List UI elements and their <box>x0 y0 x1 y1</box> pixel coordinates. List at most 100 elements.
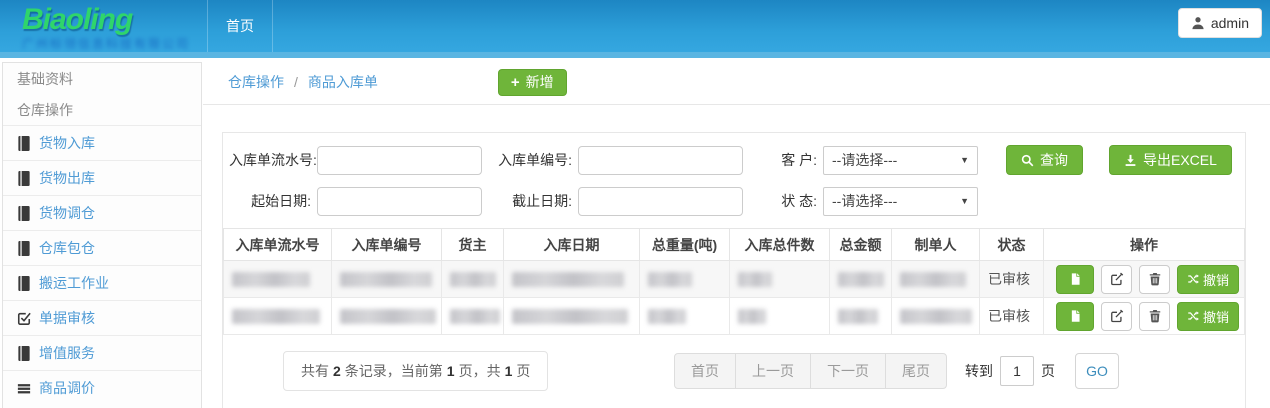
col-serial: 入库单流水号 <box>224 229 332 261</box>
file-icon <box>1069 309 1082 323</box>
view-button[interactable] <box>1056 265 1094 294</box>
edit-button[interactable] <box>1101 265 1132 294</box>
sidebar-item-label: 仓库包仓 <box>39 238 95 258</box>
filter-row-1: 入库单流水号: 入库单编号: 客 户: --请选择--- ▼ 查询 导出EXCE… <box>229 145 1245 175</box>
content-panel: 入库单流水号: 入库单编号: 客 户: --请选择--- ▼ 查询 导出EXCE… <box>222 132 1246 408</box>
sidebar-item-value-added-services[interactable]: 增值服务 <box>3 335 201 370</box>
row-actions: 撤销 <box>1044 302 1244 331</box>
delete-button[interactable] <box>1139 302 1170 331</box>
edit-icon <box>1110 272 1124 286</box>
col-actions: 操作 <box>1044 229 1245 261</box>
delete-button[interactable] <box>1139 265 1170 294</box>
book-icon <box>17 346 31 361</box>
revoke-button[interactable]: 撤销 <box>1177 302 1239 331</box>
add-button[interactable]: + 新增 <box>498 69 567 96</box>
table-row: 已审核 <box>224 261 1245 298</box>
last-page-button[interactable]: 尾页 <box>885 353 947 389</box>
caret-down-icon: ▼ <box>960 155 969 165</box>
summary-text: 条记录，当前第 <box>345 361 443 381</box>
current-page: 1 <box>447 363 455 379</box>
status-value: 已审核 <box>980 298 1044 335</box>
search-icon <box>1021 154 1034 167</box>
goto-suffix: 页 <box>1041 361 1055 381</box>
col-weight: 总重量(吨) <box>640 229 730 261</box>
record-summary: 共有 2 条记录，当前第 1 页，共 1 页 <box>283 351 548 391</box>
sidebar-item-label: 增值服务 <box>39 343 95 363</box>
redacted-cell <box>232 272 310 287</box>
customer-select[interactable]: --请选择--- ▼ <box>823 146 978 175</box>
file-icon <box>1069 272 1082 286</box>
first-page-button[interactable]: 首页 <box>674 353 736 389</box>
goto-label: 转到 <box>965 361 993 381</box>
next-page-button[interactable]: 下一页 <box>810 353 886 389</box>
start-date-input[interactable] <box>317 187 482 216</box>
sidebar-item-porter-operations[interactable]: 搬运工作业 <box>3 265 201 300</box>
main-content: 仓库操作 / 商品入库单 + 新增 入库单流水号: 入库单编号: 客 户: --… <box>203 60 1270 408</box>
breadcrumb-warehouse-ops[interactable]: 仓库操作 <box>228 72 284 92</box>
goto-page-input[interactable] <box>1000 356 1034 386</box>
status-select[interactable]: --请选择--- ▼ <box>823 187 978 216</box>
order-no-input[interactable] <box>578 146 743 175</box>
redacted-cell <box>340 309 436 324</box>
sidebar-section-warehouse-ops[interactable]: 仓库操作 <box>3 94 201 125</box>
status-label: 状 态: <box>755 191 823 211</box>
redacted-cell <box>738 309 766 324</box>
sidebar-item-label: 商品调价 <box>39 378 95 398</box>
nav-home[interactable]: 首页 <box>207 0 273 52</box>
revoke-button[interactable]: 撤销 <box>1177 265 1239 294</box>
summary-text: 共有 <box>301 361 329 381</box>
redacted-cell <box>340 272 432 287</box>
company-name: 广州标领信息科技有限公司 <box>22 35 190 52</box>
end-date-label: 截止日期: <box>498 191 578 211</box>
col-owner: 货主 <box>442 229 504 261</box>
book-icon <box>17 171 31 186</box>
redacted-cell <box>900 309 972 324</box>
sidebar-item-document-audit[interactable]: 单据审核 <box>3 300 201 335</box>
view-button[interactable] <box>1056 302 1094 331</box>
sidebar-item-goods-inbound[interactable]: 货物入库 <box>3 125 201 160</box>
sidebar-item-product-repricing[interactable]: 商品调价 <box>3 370 201 405</box>
pagination: 共有 2 条记录，当前第 1 页，共 1 页 首页 上一页 下一页 尾页 转到 <box>223 351 1245 391</box>
caret-down-icon: ▼ <box>960 196 969 206</box>
col-status: 状态 <box>980 229 1044 261</box>
breadcrumb-inbound-order[interactable]: 商品入库单 <box>308 72 378 92</box>
redacted-cell <box>232 309 320 324</box>
revoke-label: 撤销 <box>1203 307 1229 326</box>
search-button-label: 查询 <box>1040 150 1068 170</box>
logo-text: Biaoling <box>22 3 190 37</box>
redacted-cell <box>900 272 966 287</box>
sidebar-section-basic-data[interactable]: 基础资料 <box>3 63 201 94</box>
col-date: 入库日期 <box>504 229 640 261</box>
sidebar-item-label: 单据审核 <box>39 308 95 328</box>
user-menu-button[interactable]: admin <box>1178 8 1262 38</box>
trash-icon <box>1148 272 1162 286</box>
edit-button[interactable] <box>1101 302 1132 331</box>
prev-page-button[interactable]: 上一页 <box>735 353 811 389</box>
search-button[interactable]: 查询 <box>1006 145 1083 175</box>
col-order-no: 入库单编号 <box>332 229 442 261</box>
sidebar-item-warehouse-package[interactable]: 仓库包仓 <box>3 230 201 265</box>
summary-text: 页 <box>516 361 530 381</box>
status-value: 已审核 <box>980 261 1044 298</box>
record-count: 2 <box>333 363 341 379</box>
book-icon <box>17 276 31 291</box>
list-icon <box>17 381 31 396</box>
sidebar-item-goods-transfer[interactable]: 货物调仓 <box>3 195 201 230</box>
page: Biaoling 广州标领信息科技有限公司 首页 admin 基础资料 仓库操作… <box>0 0 1270 408</box>
go-button[interactable]: GO <box>1075 353 1119 389</box>
serial-input[interactable] <box>317 146 482 175</box>
book-icon <box>17 206 31 221</box>
sidebar-item-goods-outbound[interactable]: 货物出库 <box>3 160 201 195</box>
person-icon <box>1191 16 1205 30</box>
customer-select-value: --请选择--- <box>832 150 897 170</box>
export-excel-button[interactable]: 导出EXCEL <box>1109 145 1232 175</box>
export-excel-label: 导出EXCEL <box>1143 150 1217 170</box>
end-date-input[interactable] <box>578 187 743 216</box>
top-bar: Biaoling 广州标领信息科技有限公司 首页 admin <box>0 0 1270 52</box>
top-nav: 首页 <box>207 0 273 52</box>
redacted-cell <box>648 309 686 324</box>
trash-icon <box>1148 309 1162 323</box>
start-date-label: 起始日期: <box>229 191 317 211</box>
col-qty: 入库总件数 <box>730 229 830 261</box>
shuffle-icon <box>1187 310 1200 322</box>
